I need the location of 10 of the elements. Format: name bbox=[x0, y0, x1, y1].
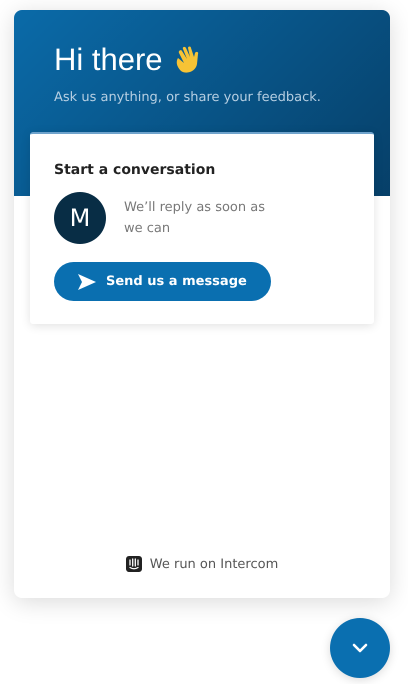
send-message-button[interactable]: Send us a message bbox=[54, 262, 271, 301]
intercom-logo-icon bbox=[126, 556, 142, 572]
powered-by-text: We run on Intercom bbox=[150, 556, 278, 572]
send-icon bbox=[78, 274, 96, 290]
chevron-down-icon bbox=[351, 642, 369, 654]
reply-note: We’ll reply as soon as we can bbox=[124, 199, 266, 238]
greeting-title: Hi there bbox=[54, 42, 163, 78]
avatar: M bbox=[54, 192, 106, 244]
greeting-subtitle: Ask us anything, or share your feedback. bbox=[54, 90, 322, 105]
card-title: Start a conversation bbox=[54, 162, 216, 178]
